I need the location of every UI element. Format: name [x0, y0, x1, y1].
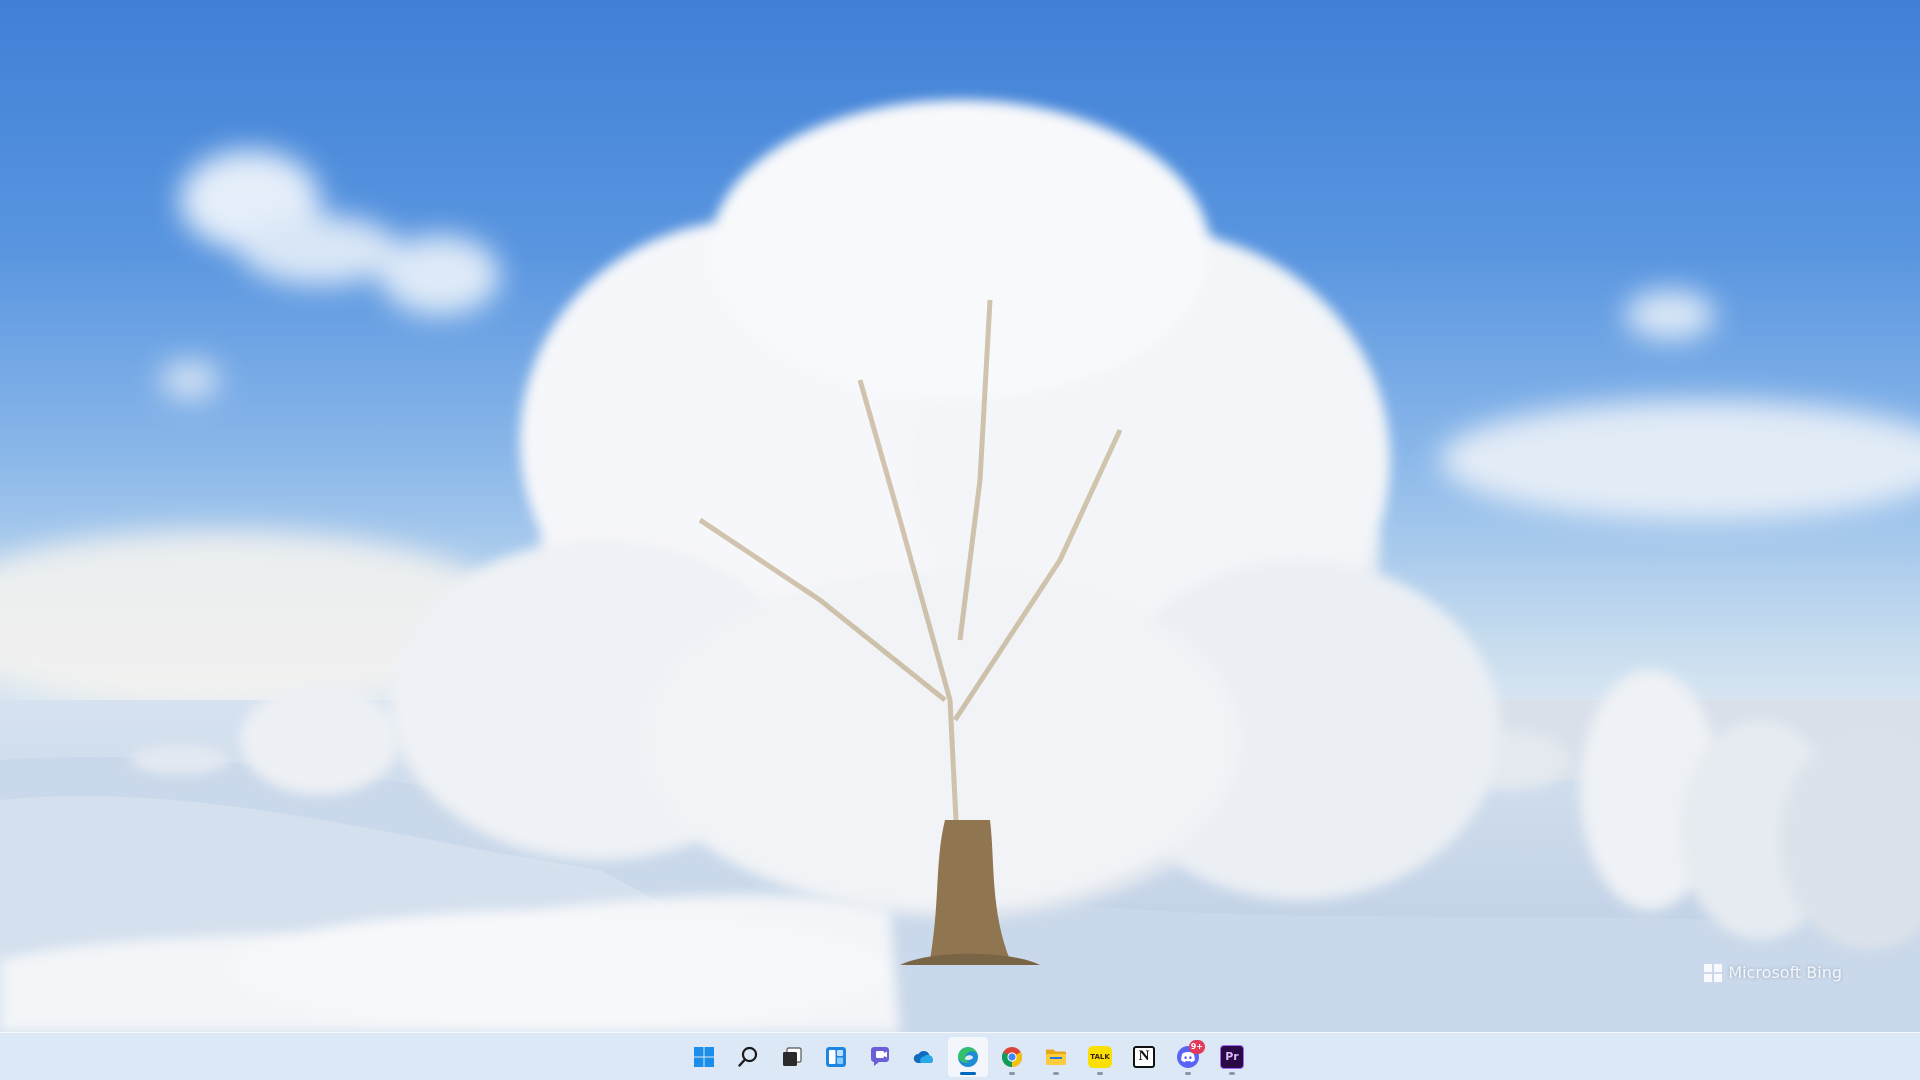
- chat-button[interactable]: [860, 1037, 900, 1077]
- search-button[interactable]: [728, 1037, 768, 1077]
- teams-chat-icon: [871, 1046, 889, 1066]
- onedrive-button[interactable]: [904, 1037, 944, 1077]
- task-view-button[interactable]: [772, 1037, 812, 1077]
- kakaotalk-icon: TALK: [1088, 1045, 1112, 1068]
- folder-icon: [1046, 1049, 1066, 1065]
- taskbar-pinned-apps: TALK N 9+ Pr: [684, 1036, 1252, 1077]
- taskbar: TALK N 9+ Pr: [0, 1032, 1920, 1080]
- widgets-icon: [826, 1046, 846, 1067]
- task-view-icon: [783, 1046, 802, 1066]
- running-indicator: [1229, 1071, 1235, 1075]
- bing-watermark: Microsoft Bing: [1704, 963, 1842, 982]
- edge-button[interactable]: [948, 1036, 988, 1077]
- notion-button[interactable]: N: [1124, 1037, 1164, 1077]
- chrome-button[interactable]: [992, 1037, 1032, 1077]
- chrome-icon: [1002, 1046, 1022, 1067]
- wallpaper-scene: [0, 100, 1920, 1032]
- notion-icon: N: [1133, 1045, 1155, 1068]
- running-indicator: [1185, 1071, 1191, 1075]
- running-indicator: [1097, 1071, 1103, 1075]
- watermark-text: Microsoft Bing: [1728, 963, 1842, 982]
- windows-logo-icon: [1704, 963, 1723, 982]
- premiere-pro-button[interactable]: Pr: [1212, 1037, 1252, 1077]
- desktop-wallpaper: Microsoft Bing: [0, 0, 1920, 1032]
- kakaotalk-button[interactable]: TALK: [1080, 1037, 1120, 1077]
- edge-icon: [958, 1046, 978, 1067]
- start-button[interactable]: [684, 1037, 724, 1077]
- discord-button[interactable]: 9+: [1168, 1037, 1208, 1077]
- windows-start-icon: [694, 1046, 714, 1067]
- running-indicator: [1009, 1071, 1015, 1075]
- running-indicator: [1053, 1071, 1059, 1075]
- premiere-pro-icon: Pr: [1220, 1044, 1244, 1069]
- search-icon: [738, 1046, 758, 1067]
- file-explorer-button[interactable]: [1036, 1037, 1076, 1077]
- running-indicator: [960, 1071, 976, 1075]
- frosted-tree: [390, 100, 1500, 920]
- onedrive-icon: [913, 1050, 934, 1063]
- notification-badge: 9+: [1188, 1039, 1205, 1054]
- widgets-button[interactable]: [816, 1037, 856, 1077]
